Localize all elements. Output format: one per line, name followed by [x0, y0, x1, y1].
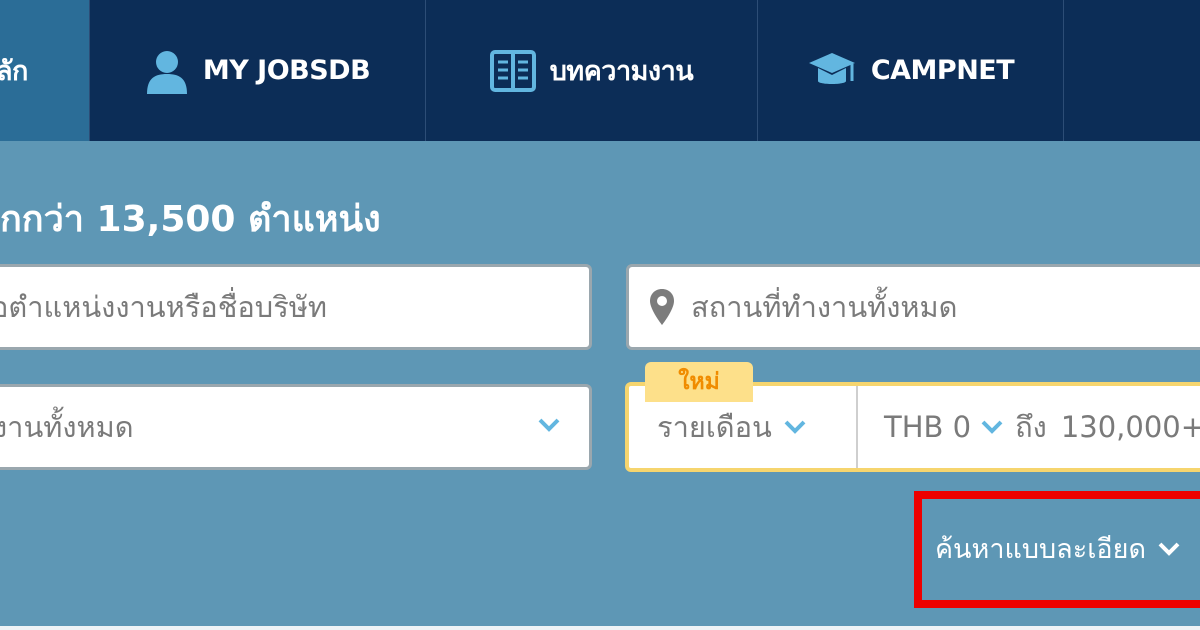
- chevron-down-icon: [981, 420, 1003, 434]
- nav-item-articles[interactable]: บทความงาน: [426, 0, 758, 141]
- chevron-down-icon: [784, 420, 806, 434]
- book-icon: [489, 49, 536, 92]
- nav-item-home[interactable]: ลัก: [0, 0, 90, 141]
- nav-item-more[interactable]: [1064, 0, 1200, 141]
- nav-item-articles-label: บทความงาน: [549, 56, 694, 87]
- nav-item-home-label: ลัก: [0, 56, 28, 87]
- salary-min-select[interactable]: THB 0: [884, 410, 971, 444]
- salary-range: THB 0 ถึง 130,000+: [858, 386, 1200, 468]
- user-icon: [146, 50, 187, 94]
- chevron-down-icon: [538, 418, 560, 432]
- keyword-placeholder: อตำแหน่งงานหรือชื่อบริษัท: [0, 290, 328, 324]
- keyword-search-input[interactable]: อตำแหน่งงานหรือชื่อบริษัท: [0, 264, 592, 350]
- bottom-divider: [0, 626, 1200, 630]
- salary-period-value: รายเดือน: [657, 410, 772, 444]
- map-pin-icon: [650, 289, 674, 325]
- nav-item-my-jobsdb-label: MY JOBSDB: [202, 55, 371, 86]
- nav-item-my-jobsdb[interactable]: MY JOBSDB: [90, 0, 426, 141]
- location-search-input[interactable]: สถานที่ทำงานทั้งหมด: [626, 264, 1200, 350]
- salary-to-label: ถึง: [1015, 410, 1047, 444]
- new-badge: ใหม่: [645, 362, 753, 402]
- graduation-cap-icon: [808, 52, 855, 84]
- highlight-box: [914, 491, 1200, 608]
- location-placeholder: สถานที่ทำงานทั้งหมด: [691, 290, 958, 324]
- nav-item-campnet-label: CAMPNET: [870, 55, 1015, 86]
- job-category-value: งานทั้งหมด: [0, 410, 134, 444]
- top-nav: ลัก MY JOBSDB บทความงาน CAMPNET: [0, 0, 1200, 141]
- job-count-headline: กกว่า 13,500 ตำแหน่ง: [0, 199, 381, 240]
- job-category-select[interactable]: งานทั้งหมด: [0, 384, 592, 470]
- salary-max-select[interactable]: 130,000+: [1061, 410, 1200, 444]
- nav-item-campnet[interactable]: CAMPNET: [758, 0, 1064, 141]
